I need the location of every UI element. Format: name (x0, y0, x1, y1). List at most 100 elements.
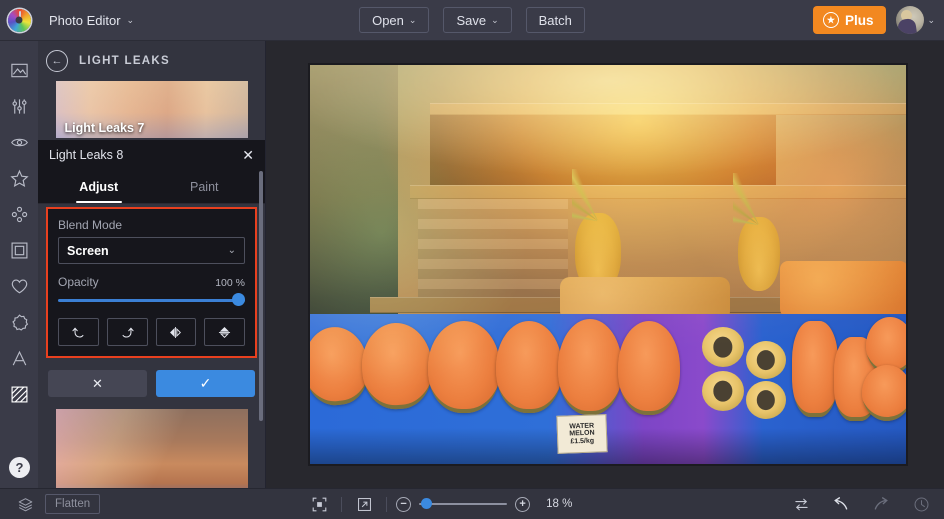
photo-melon-half (862, 365, 906, 421)
sidebar-item-stickers[interactable] (0, 304, 38, 340)
chevron-down-icon: ⌄ (927, 14, 935, 25)
chevron-down-icon: ⌄ (491, 14, 499, 25)
cancel-button[interactable]: ✕ (48, 370, 147, 397)
sidebar-item-particles[interactable] (0, 196, 38, 232)
zoom-out-button[interactable]: − (396, 496, 412, 512)
app-menu-button[interactable]: Photo Editor ⌄ (38, 7, 145, 33)
panel-content: Light Leaks 7 Light Leaks 8 ✕ Adjust Pai… (38, 81, 265, 488)
light-leaks-panel: ← LIGHT LEAKS Light Leaks 7 Light Leaks … (38, 41, 266, 488)
apply-button[interactable]: ✓ (156, 370, 255, 397)
zoom-slider-track (419, 503, 508, 505)
sign-line-3: £1.5/kg (570, 437, 595, 446)
zoom-in-button[interactable]: + (515, 496, 531, 512)
photo-shelf (410, 185, 906, 199)
divider (386, 496, 388, 512)
photo-papaya (746, 341, 786, 379)
flip-vertical-button[interactable] (204, 318, 245, 346)
open-button[interactable]: Open ⌄ (359, 7, 430, 33)
sliders-icon (11, 98, 27, 114)
canvas-image[interactable]: WATER MELON £1.5/kg (308, 63, 908, 466)
list-item[interactable]: Light Leaks 7 (55, 81, 248, 138)
tab-paint-label: Paint (190, 179, 219, 194)
opacity-label: Opacity (58, 275, 99, 289)
chevron-down-icon: ⌄ (408, 14, 417, 25)
chevron-down-icon: ⌄ (227, 244, 236, 256)
blend-mode-select[interactable]: Screen ⌄ (58, 237, 245, 264)
undo-icon (834, 497, 848, 510)
layers-button[interactable] (12, 493, 38, 515)
panel-tabs: Adjust Paint (38, 170, 265, 204)
confirm-actions: ✕ ✓ (48, 370, 255, 397)
blend-mode-label: Blend Mode (58, 218, 123, 232)
account-menu[interactable]: ⌄ (896, 6, 935, 34)
batch-button[interactable]: Batch (525, 7, 585, 33)
sidebar-item-frames[interactable] (0, 232, 38, 268)
star-icon: ★ (822, 12, 839, 28)
expand-button[interactable] (351, 493, 377, 515)
zoom-slider-knob[interactable] (421, 498, 433, 509)
preset-thumbnail (55, 409, 248, 488)
panel-scrollbar[interactable] (259, 171, 263, 421)
particles-icon (11, 206, 27, 222)
compare-button[interactable] (788, 493, 814, 515)
photo-table-shadow (310, 428, 906, 464)
sidebar-item-effects[interactable] (0, 124, 38, 160)
flip-horizontal-button[interactable] (155, 318, 197, 346)
plus-upgrade-button[interactable]: ★ Plus (812, 6, 887, 34)
sidebar-item-textures[interactable] (0, 376, 38, 412)
help-button[interactable]: ? (9, 457, 30, 478)
tab-adjust[interactable]: Adjust (46, 170, 152, 203)
sidebar-item-adjust[interactable] (0, 88, 38, 124)
chevron-down-icon: ⌄ (126, 14, 135, 25)
tab-paint[interactable]: Paint (152, 170, 258, 203)
fit-to-screen-button[interactable] (306, 493, 332, 515)
photo-melon-slice (428, 321, 500, 413)
batch-label: Batch (538, 12, 572, 28)
color-wheel-logo-icon (7, 8, 31, 32)
photo-papaya-half (792, 321, 838, 417)
opacity-value: 100 % (215, 277, 245, 289)
app-title: Photo Editor (49, 12, 121, 28)
flatten-button[interactable]: Flatten (45, 494, 101, 514)
flip-horizontal-icon (170, 326, 182, 338)
list-item[interactable]: Light Leaks 9 (55, 409, 248, 488)
photo-editor-app: Photo Editor ⌄ Open ⌄ Save ⌄ Batch ★ Plu… (0, 0, 944, 519)
photo-shelf (430, 103, 906, 115)
redo-button[interactable] (868, 493, 894, 515)
page-title: LIGHT LEAKS (79, 55, 170, 67)
compare-arrows-icon (794, 498, 808, 510)
sidebar-item-overlays[interactable] (0, 160, 38, 196)
rotate-left-button[interactable] (58, 318, 99, 346)
undo-button[interactable] (828, 493, 854, 515)
open-label: Open (372, 12, 404, 28)
opacity-row: Opacity 100 % (58, 275, 245, 289)
tab-adjust-label: Adjust (79, 179, 119, 194)
heart-icon (11, 278, 27, 293)
zoom-slider[interactable] (419, 498, 508, 510)
fit-to-screen-icon (312, 497, 326, 511)
frame-icon (11, 242, 27, 258)
photo-pineapple (738, 217, 780, 291)
opacity-slider[interactable] (58, 293, 245, 307)
close-icon[interactable]: ✕ (242, 148, 254, 162)
history-button[interactable] (908, 493, 934, 515)
tool-rail: ? (0, 41, 38, 488)
rotate-left-icon (72, 327, 84, 338)
divider (341, 496, 343, 512)
save-button[interactable]: Save ⌄ (443, 7, 512, 33)
sidebar-item-text[interactable] (0, 340, 38, 376)
photo-melon-slice (496, 321, 562, 413)
zoom-percent-label: 18 % (546, 498, 573, 510)
sidebar-item-favorites[interactable] (0, 268, 38, 304)
photo-papaya (746, 381, 786, 419)
app-logo (0, 8, 38, 32)
photo-crate (418, 199, 568, 297)
back-arrow-icon[interactable]: ← (46, 50, 68, 72)
sidebar-item-image[interactable] (0, 52, 38, 88)
opacity-slider-track (58, 299, 245, 302)
rotate-right-button[interactable] (106, 318, 148, 346)
save-label: Save (456, 12, 487, 28)
image-icon (10, 63, 28, 77)
opacity-slider-knob[interactable] (232, 293, 245, 306)
layers-icon (18, 497, 32, 511)
